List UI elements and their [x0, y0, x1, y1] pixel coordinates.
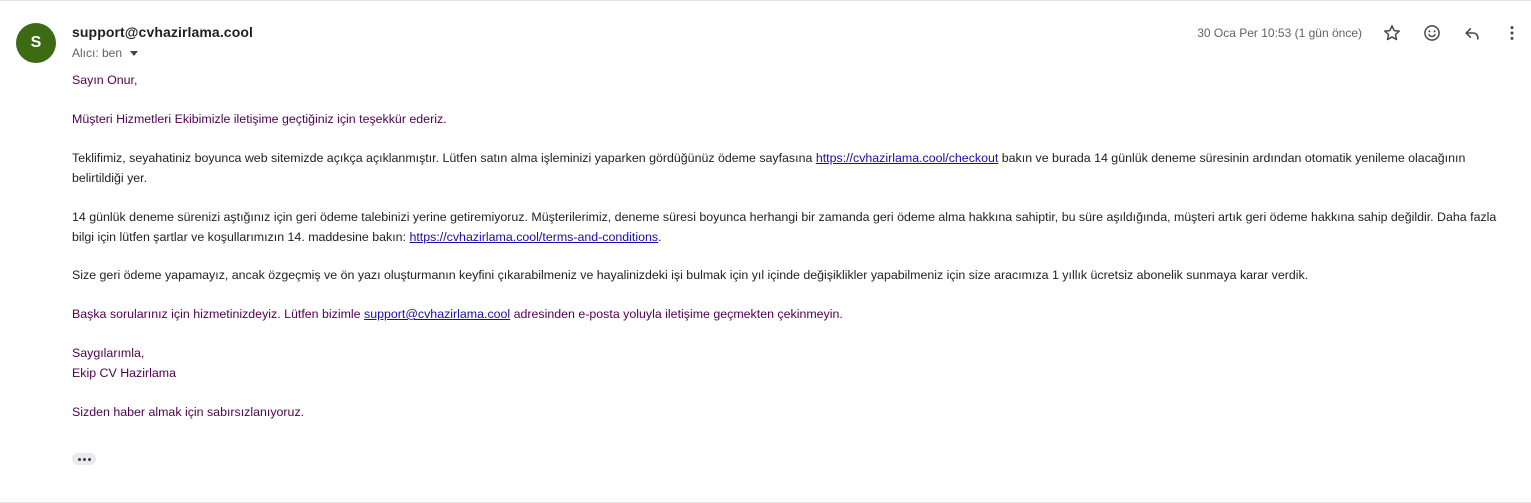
- star-button[interactable]: [1380, 21, 1404, 45]
- refund-paragraph: 14 günlük deneme sürenizi aştığınız için…: [72, 208, 1512, 247]
- postscript-line: Sizden haber almak için sabırsızlanıyoru…: [72, 405, 305, 419]
- reply-button[interactable]: [1460, 21, 1484, 45]
- greeting: Sayın Onur,: [72, 73, 138, 87]
- contact-paragraph: Başka sorularınız için hizmetinizdeyiz. …: [72, 305, 843, 325]
- sign-off: Saygılarımla, Ekip CV Hazirlama: [72, 344, 176, 383]
- terms-link[interactable]: https://cvhazirlama.cool/terms-and-condi…: [409, 230, 658, 244]
- support-email-link[interactable]: support@cvhazirlama.cool: [364, 307, 510, 321]
- contact-text-end: adresinden e-posta yoluyla iletişime geç…: [510, 307, 843, 321]
- subscription-paragraph: Size geri ödeme yapamayız, ancak özgeçmi…: [72, 268, 1309, 282]
- star-icon: [1384, 25, 1400, 41]
- checkout-link[interactable]: https://cvhazirlama.cool/checkout: [816, 151, 999, 165]
- offer-text-start: Teklifimiz, seyahatiniz boyunca web site…: [72, 151, 816, 165]
- thanks-paragraph: Müşteri Hizmetleri Ekibimizle iletişime …: [72, 112, 447, 126]
- sender-avatar[interactable]: S: [16, 23, 56, 63]
- more-vert-icon: [1510, 26, 1514, 40]
- offer-paragraph: Teklifimiz, seyahatiniz boyunca web site…: [72, 149, 1512, 188]
- email-message: S support@cvhazirlama.cool Alıcı: ben 30…: [0, 0, 1531, 503]
- more-options-button[interactable]: [1500, 21, 1524, 45]
- contact-text-start: Başka sorularınız için hizmetinizdeyiz. …: [72, 307, 364, 321]
- sender-address[interactable]: support@cvhazirlama.cool: [72, 24, 253, 40]
- recipient-label: Alıcı: ben: [72, 46, 123, 60]
- dot: [77, 457, 81, 461]
- refund-text-start: 14 günlük deneme sürenizi aştığınız için…: [72, 210, 1497, 244]
- message-date[interactable]: 30 Oca Per 10:53 (1 gün önce): [1197, 26, 1362, 40]
- show-trimmed-content-button[interactable]: [72, 453, 96, 465]
- signature-line: Ekip CV Hazirlama: [72, 365, 176, 380]
- recipient-details-toggle[interactable]: Alıcı: ben: [72, 46, 139, 60]
- closing-line: Saygılarımla,: [72, 346, 145, 360]
- refund-text-end: .: [658, 229, 662, 244]
- reply-icon: [1465, 28, 1479, 40]
- emoji-icon: [1424, 25, 1440, 41]
- add-reaction-button[interactable]: [1420, 21, 1444, 45]
- avatar-letter: S: [30, 34, 42, 51]
- chevron-down-icon: [130, 51, 139, 56]
- dot: [82, 457, 86, 461]
- dot: [87, 457, 91, 461]
